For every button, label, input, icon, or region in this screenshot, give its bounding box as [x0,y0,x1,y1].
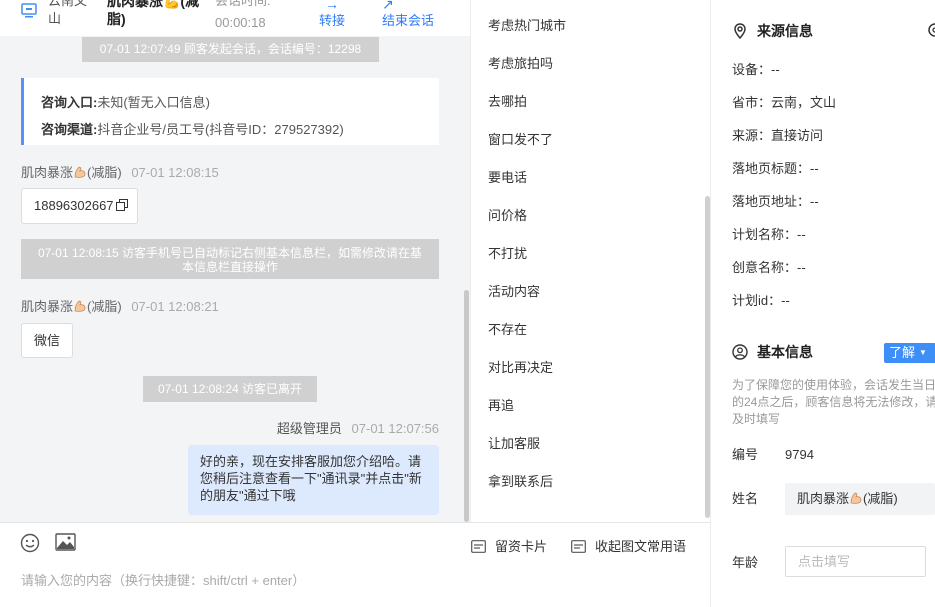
quick-reply-item[interactable]: 拿到联系后 [488,473,553,491]
name-value: 肌肉暴涨 [797,491,850,506]
phone-number-text: 18896302667 [34,198,114,213]
settings-icon[interactable] [927,22,935,38]
consult-channel-key: 咨询渠道: [41,122,98,137]
session-duration-value: 00:00:18 [215,15,266,30]
wechat-message-bubble[interactable]: 微信 [21,323,73,358]
flexed-biceps-icon [74,300,86,312]
flexed-biceps-icon [850,492,862,504]
emoji-icon[interactable] [20,533,40,553]
copy-icon[interactable] [115,199,128,211]
arrow-right-icon: → [325,0,339,12]
learn-more-label: 了解 [889,345,916,360]
chat-header: 云南文山 肌肉暴涨💪(减脂) 会话时间: 00:00:18 → 转接 ↗ 结束会… [0,0,470,36]
collect-phrases-button[interactable]: 收起图文常用语 [571,538,687,556]
name-label: 姓名 [732,491,759,506]
number-value: 9794 [785,447,814,462]
quick-reply-item[interactable]: 问价格 [488,207,527,225]
consult-entry-value: 未知(暂无入口信息) [97,95,211,110]
system-message-phone: 07-01 12:08:15 访客手机号已自动标记右侧基本信息栏，如需修改请在基… [21,239,439,279]
session-duration-label: 会话时间: [215,0,271,8]
sender-name: 肌肉暴涨 [21,165,74,180]
chat-scrollbar[interactable] [464,290,469,522]
quick-reply-item[interactable]: 活动内容 [488,283,540,301]
consult-channel-row: 咨询渠道:抖音企业号/员工号(抖音号ID：279527392) [41,116,439,143]
flexed-biceps-icon [74,166,86,178]
message-sender: 肌肉暴涨 (减脂) 07-01 12:08:21 [21,298,219,316]
agent-name: 超级管理员 [276,421,342,436]
quick-reply-item[interactable]: 让加客服 [488,435,540,453]
quick-replies-panel: 考虑热门城市 考虑旅拍吗 去哪拍 窗口发不了 要电话 问价格 不打扰 活动内容 … [470,0,710,522]
transfer-label: 转接 [319,13,346,28]
consult-entry-row: 咨询入口:未知(暂无入口信息) [41,89,439,116]
quick-reply-item[interactable]: 对比再决定 [488,359,553,377]
source-landing-url: 落地页地址：-- [732,194,819,209]
name-field[interactable]: 肌肉暴涨 (减脂) [785,483,935,515]
source-plan-id: 计划id：-- [732,293,790,308]
caret-down-icon: ▼ [919,348,927,357]
agent-sender: 超级管理员 07-01 12:07:56 [277,420,439,438]
end-session-label: 结束会话 [382,13,435,28]
leave-card-button[interactable]: 留资卡片 [471,538,548,556]
visitor-location: 云南文山 [48,0,88,26]
learn-more-dropdown[interactable]: 了解 ▼ [884,343,935,363]
quick-reply-item[interactable]: 去哪拍 [488,93,527,111]
age-input[interactable] [785,546,926,577]
message-composer: 留资卡片 收起图文常用语 请输入您的内容（换行快捷键：shift/ctrl + … [0,522,710,607]
chat-panel: 云南文山 肌肉暴涨💪(减脂) 会话时间: 00:00:18 → 转接 ↗ 结束会… [0,0,470,607]
basic-info-note: 为了保障您的使用体验，会话发生当日的24点之后，顾客信息将无法修改，请及时填写 [732,378,935,426]
message-input[interactable]: 请输入您的内容（换行快捷键：shift/ctrl + enter） [21,572,305,590]
quick-reply-item[interactable]: 不存在 [488,321,527,339]
name-value-suffix: (减脂) [863,491,898,506]
quick-reply-item[interactable]: 考虑热门城市 [488,17,566,35]
message-sender: 肌肉暴涨 (减脂) 07-01 12:08:15 [21,164,219,182]
visitor-name: 肌肉暴涨💪(减脂) [107,0,200,27]
age-label: 年龄 [732,555,759,570]
agent-message-bubble[interactable]: 好的亲，现在安排客服加您介绍哈。请您稍后注意查看一下"通讯录"并点击"新的朋友"… [188,445,439,515]
sender-name-suffix: (减脂) [87,165,122,180]
location-pin-icon [734,23,746,39]
card-icon [471,540,486,553]
source-creative-name: 创意名称：-- [732,260,806,275]
consult-entry-key: 咨询入口: [41,95,98,110]
quick-reply-item[interactable]: 要电话 [488,169,527,187]
message-time: 07-01 12:08:21 [131,299,219,314]
source-device: 设备：-- [732,62,780,77]
message-time: 07-01 12:08:15 [131,165,219,180]
image-icon[interactable] [55,533,76,551]
consult-info-card: 咨询入口:未知(暂无入口信息) 咨询渠道:抖音企业号/员工号(抖音号ID：279… [21,78,439,145]
source-landing-title: 落地页标题：-- [732,161,819,176]
monitor-icon [21,3,37,18]
system-message-left: 07-01 12:08:24 访客已离开 [143,376,317,402]
system-message-start: 07-01 12:07:49 顾客发起会话，会话编号：12298 [82,37,379,62]
card-icon [571,540,586,553]
sender-name-suffix: (减脂) [87,299,122,314]
leave-card-label: 留资卡片 [495,539,548,554]
quick-reply-item[interactable]: 不打扰 [488,245,527,263]
phone-message-bubble[interactable]: 18896302667 [21,188,138,224]
quick-reply-item[interactable]: 再追 [488,397,514,415]
sender-name: 肌肉暴涨 [21,299,74,314]
consult-channel-value: 抖音企业号/员工号(抖音号ID：279527392) [97,122,344,137]
customer-info-panel: 来源信息 设备：-- 省市：云南，文山 来源：直接访问 落地页标题：-- 落地页… [710,0,935,607]
agent-message-time: 07-01 12:07:56 [351,421,439,436]
source-plan-name: 计划名称：-- [732,227,806,242]
quick-reply-item[interactable]: 考虑旅拍吗 [488,55,553,73]
quick-reply-item[interactable]: 窗口发不了 [488,131,553,149]
source-city: 省市：云南，文山 [732,95,837,110]
user-icon [732,344,748,360]
transfer-button[interactable]: → 转接 [319,0,345,30]
end-session-button[interactable]: ↗ 结束会话 [382,0,434,30]
source-info-title: 来源信息 [757,23,813,39]
exit-icon: ↗ [382,0,394,12]
basic-info-title: 基本信息 [757,344,813,360]
number-label: 编号 [732,447,759,462]
collect-phrases-label: 收起图文常用语 [595,539,687,554]
source-channel: 来源：直接访问 [732,128,824,143]
